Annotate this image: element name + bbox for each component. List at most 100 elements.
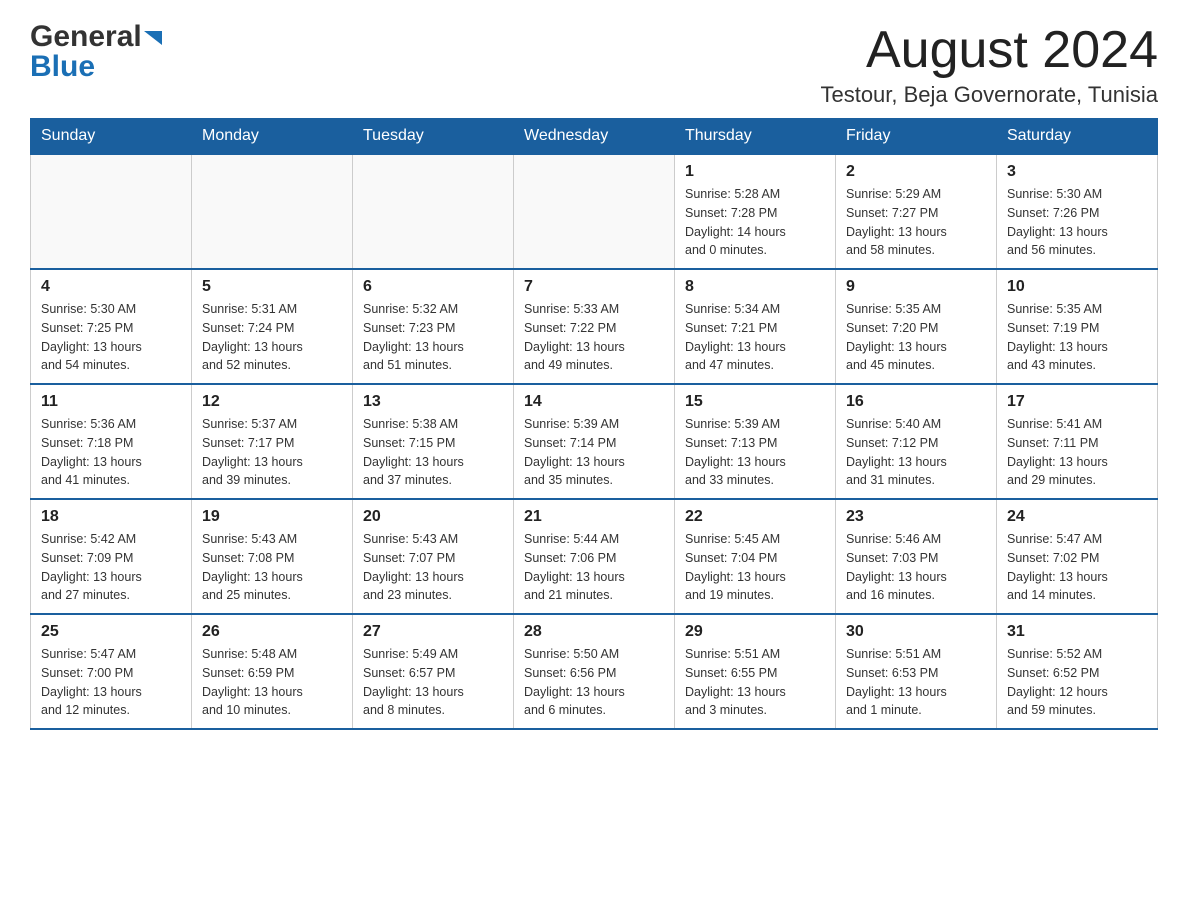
day-number: 26 (202, 623, 342, 641)
calendar-cell: 29Sunrise: 5:51 AM Sunset: 6:55 PM Dayli… (675, 614, 836, 729)
calendar-header-wednesday: Wednesday (514, 119, 675, 155)
day-info: Sunrise: 5:47 AM Sunset: 7:00 PM Dayligh… (41, 645, 181, 720)
calendar-cell: 1 Sunrise: 5:28 AM Sunset: 7:28 PM Daylig… (675, 154, 836, 269)
day-info: Sunrise: 5:35 AM Sunset: 7:19 PM Dayligh… (1007, 300, 1147, 375)
calendar-header-tuesday: Tuesday (353, 119, 514, 155)
day-number: 9 (846, 278, 986, 296)
calendar-cell (31, 154, 192, 269)
day-info: Sunrise: 5:49 AM Sunset: 6:57 PM Dayligh… (363, 645, 503, 720)
calendar-cell: 30Sunrise: 5:51 AM Sunset: 6:53 PM Dayli… (836, 614, 997, 729)
day-info: Sunrise: 5:44 AM Sunset: 7:06 PM Dayligh… (524, 530, 664, 605)
day-info: Sunrise: 5:38 AM Sunset: 7:15 PM Dayligh… (363, 415, 503, 490)
logo-blue-text: Blue (30, 50, 95, 83)
day-number: 16 (846, 393, 986, 411)
day-info: Sunrise: 5:47 AM Sunset: 7:02 PM Dayligh… (1007, 530, 1147, 605)
day-number: 2 (846, 163, 986, 181)
calendar-cell: 20Sunrise: 5:43 AM Sunset: 7:07 PM Dayli… (353, 499, 514, 614)
day-info: Sunrise: 5:34 AM Sunset: 7:21 PM Dayligh… (685, 300, 825, 375)
day-info: Sunrise: 5:50 AM Sunset: 6:56 PM Dayligh… (524, 645, 664, 720)
calendar-week-row: 18 Sunrise: 5:42 AM Sunset: 7:09 PM Dayli… (31, 499, 1158, 614)
day-info: Sunrise: 5:35 AM Sunset: 7:20 PM Dayligh… (846, 300, 986, 375)
day-number: 3 (1007, 163, 1147, 181)
calendar-cell: 19 Sunrise: 5:43 AM Sunset: 7:08 PM Dayli… (192, 499, 353, 614)
day-info: Sunrise: 5:52 AM Sunset: 6:52 PM Dayligh… (1007, 645, 1147, 720)
day-info: Sunrise: 5:33 AM Sunset: 7:22 PM Dayligh… (524, 300, 664, 375)
calendar-cell: 26 Sunrise: 5:48 AM Sunset: 6:59 PM Dayli… (192, 614, 353, 729)
day-info: Sunrise: 5:32 AM Sunset: 7:23 PM Dayligh… (363, 300, 503, 375)
day-info: Sunrise: 5:45 AM Sunset: 7:04 PM Dayligh… (685, 530, 825, 605)
day-number: 27 (363, 623, 503, 641)
calendar-week-row: 1 Sunrise: 5:28 AM Sunset: 7:28 PM Daylig… (31, 154, 1158, 269)
logo-triangle-icon (144, 27, 166, 49)
day-info: Sunrise: 5:43 AM Sunset: 7:08 PM Dayligh… (202, 530, 342, 605)
day-info: Sunrise: 5:39 AM Sunset: 7:13 PM Dayligh… (685, 415, 825, 490)
day-number: 8 (685, 278, 825, 296)
calendar-cell: 5Sunrise: 5:31 AM Sunset: 7:24 PM Daylig… (192, 269, 353, 384)
day-number: 18 (41, 508, 181, 526)
day-info: Sunrise: 5:48 AM Sunset: 6:59 PM Dayligh… (202, 645, 342, 720)
calendar-cell: 11 Sunrise: 5:36 AM Sunset: 7:18 PM Dayli… (31, 384, 192, 499)
day-info: Sunrise: 5:36 AM Sunset: 7:18 PM Dayligh… (41, 415, 181, 490)
calendar-cell: 21 Sunrise: 5:44 AM Sunset: 7:06 PM Dayli… (514, 499, 675, 614)
calendar-cell: 24Sunrise: 5:47 AM Sunset: 7:02 PM Dayli… (997, 499, 1158, 614)
calendar-header-sunday: Sunday (31, 119, 192, 155)
calendar-cell (353, 154, 514, 269)
calendar-header-monday: Monday (192, 119, 353, 155)
calendar-week-row: 4Sunrise: 5:30 AM Sunset: 7:25 PM Daylig… (31, 269, 1158, 384)
day-info: Sunrise: 5:29 AM Sunset: 7:27 PM Dayligh… (846, 185, 986, 260)
page-header: General Blue August 2024 Testour, Beja G… (30, 20, 1158, 108)
calendar-cell: 22 Sunrise: 5:45 AM Sunset: 7:04 PM Dayli… (675, 499, 836, 614)
day-number: 17 (1007, 393, 1147, 411)
day-number: 28 (524, 623, 664, 641)
day-info: Sunrise: 5:40 AM Sunset: 7:12 PM Dayligh… (846, 415, 986, 490)
day-number: 15 (685, 393, 825, 411)
day-info: Sunrise: 5:51 AM Sunset: 6:53 PM Dayligh… (846, 645, 986, 720)
calendar-cell: 31 Sunrise: 5:52 AM Sunset: 6:52 PM Dayli… (997, 614, 1158, 729)
day-info: Sunrise: 5:30 AM Sunset: 7:26 PM Dayligh… (1007, 185, 1147, 260)
day-info: Sunrise: 5:30 AM Sunset: 7:25 PM Dayligh… (41, 300, 181, 375)
calendar-cell: 3 Sunrise: 5:30 AM Sunset: 7:26 PM Daylig… (997, 154, 1158, 269)
day-number: 10 (1007, 278, 1147, 296)
calendar-cell: 10 Sunrise: 5:35 AM Sunset: 7:19 PM Dayli… (997, 269, 1158, 384)
day-number: 21 (524, 508, 664, 526)
day-number: 13 (363, 393, 503, 411)
day-info: Sunrise: 5:41 AM Sunset: 7:11 PM Dayligh… (1007, 415, 1147, 490)
calendar-cell: 18 Sunrise: 5:42 AM Sunset: 7:09 PM Dayli… (31, 499, 192, 614)
day-number: 19 (202, 508, 342, 526)
calendar-cell: 7 Sunrise: 5:33 AM Sunset: 7:22 PM Daylig… (514, 269, 675, 384)
day-info: Sunrise: 5:42 AM Sunset: 7:09 PM Dayligh… (41, 530, 181, 605)
calendar-cell: 9 Sunrise: 5:35 AM Sunset: 7:20 PM Daylig… (836, 269, 997, 384)
day-number: 20 (363, 508, 503, 526)
calendar-cell: 27 Sunrise: 5:49 AM Sunset: 6:57 PM Dayli… (353, 614, 514, 729)
day-number: 31 (1007, 623, 1147, 641)
calendar-table: SundayMondayTuesdayWednesdayThursdayFrid… (30, 118, 1158, 730)
calendar-cell: 14Sunrise: 5:39 AM Sunset: 7:14 PM Dayli… (514, 384, 675, 499)
calendar-cell: 17 Sunrise: 5:41 AM Sunset: 7:11 PM Dayli… (997, 384, 1158, 499)
calendar-header-saturday: Saturday (997, 119, 1158, 155)
calendar-cell: 28 Sunrise: 5:50 AM Sunset: 6:56 PM Dayli… (514, 614, 675, 729)
calendar-cell: 23Sunrise: 5:46 AM Sunset: 7:03 PM Dayli… (836, 499, 997, 614)
day-number: 22 (685, 508, 825, 526)
calendar-cell: 4Sunrise: 5:30 AM Sunset: 7:25 PM Daylig… (31, 269, 192, 384)
day-number: 12 (202, 393, 342, 411)
day-info: Sunrise: 5:28 AM Sunset: 7:28 PM Dayligh… (685, 185, 825, 260)
day-info: Sunrise: 5:31 AM Sunset: 7:24 PM Dayligh… (202, 300, 342, 375)
location-title: Testour, Beja Governorate, Tunisia (820, 82, 1158, 108)
day-info: Sunrise: 5:37 AM Sunset: 7:17 PM Dayligh… (202, 415, 342, 490)
calendar-cell: 8 Sunrise: 5:34 AM Sunset: 7:21 PM Daylig… (675, 269, 836, 384)
calendar-cell: 25Sunrise: 5:47 AM Sunset: 7:00 PM Dayli… (31, 614, 192, 729)
day-info: Sunrise: 5:46 AM Sunset: 7:03 PM Dayligh… (846, 530, 986, 605)
day-number: 7 (524, 278, 664, 296)
calendar-week-row: 25Sunrise: 5:47 AM Sunset: 7:00 PM Dayli… (31, 614, 1158, 729)
calendar-cell: 2 Sunrise: 5:29 AM Sunset: 7:27 PM Daylig… (836, 154, 997, 269)
day-number: 1 (685, 163, 825, 181)
day-number: 29 (685, 623, 825, 641)
calendar-cell: 12 Sunrise: 5:37 AM Sunset: 7:17 PM Dayli… (192, 384, 353, 499)
calendar-cell (514, 154, 675, 269)
title-area: August 2024 Testour, Beja Governorate, T… (820, 20, 1158, 108)
day-number: 14 (524, 393, 664, 411)
day-number: 11 (41, 393, 181, 411)
calendar-cell: 15 Sunrise: 5:39 AM Sunset: 7:13 PM Dayli… (675, 384, 836, 499)
calendar-header-thursday: Thursday (675, 119, 836, 155)
calendar-cell (192, 154, 353, 269)
